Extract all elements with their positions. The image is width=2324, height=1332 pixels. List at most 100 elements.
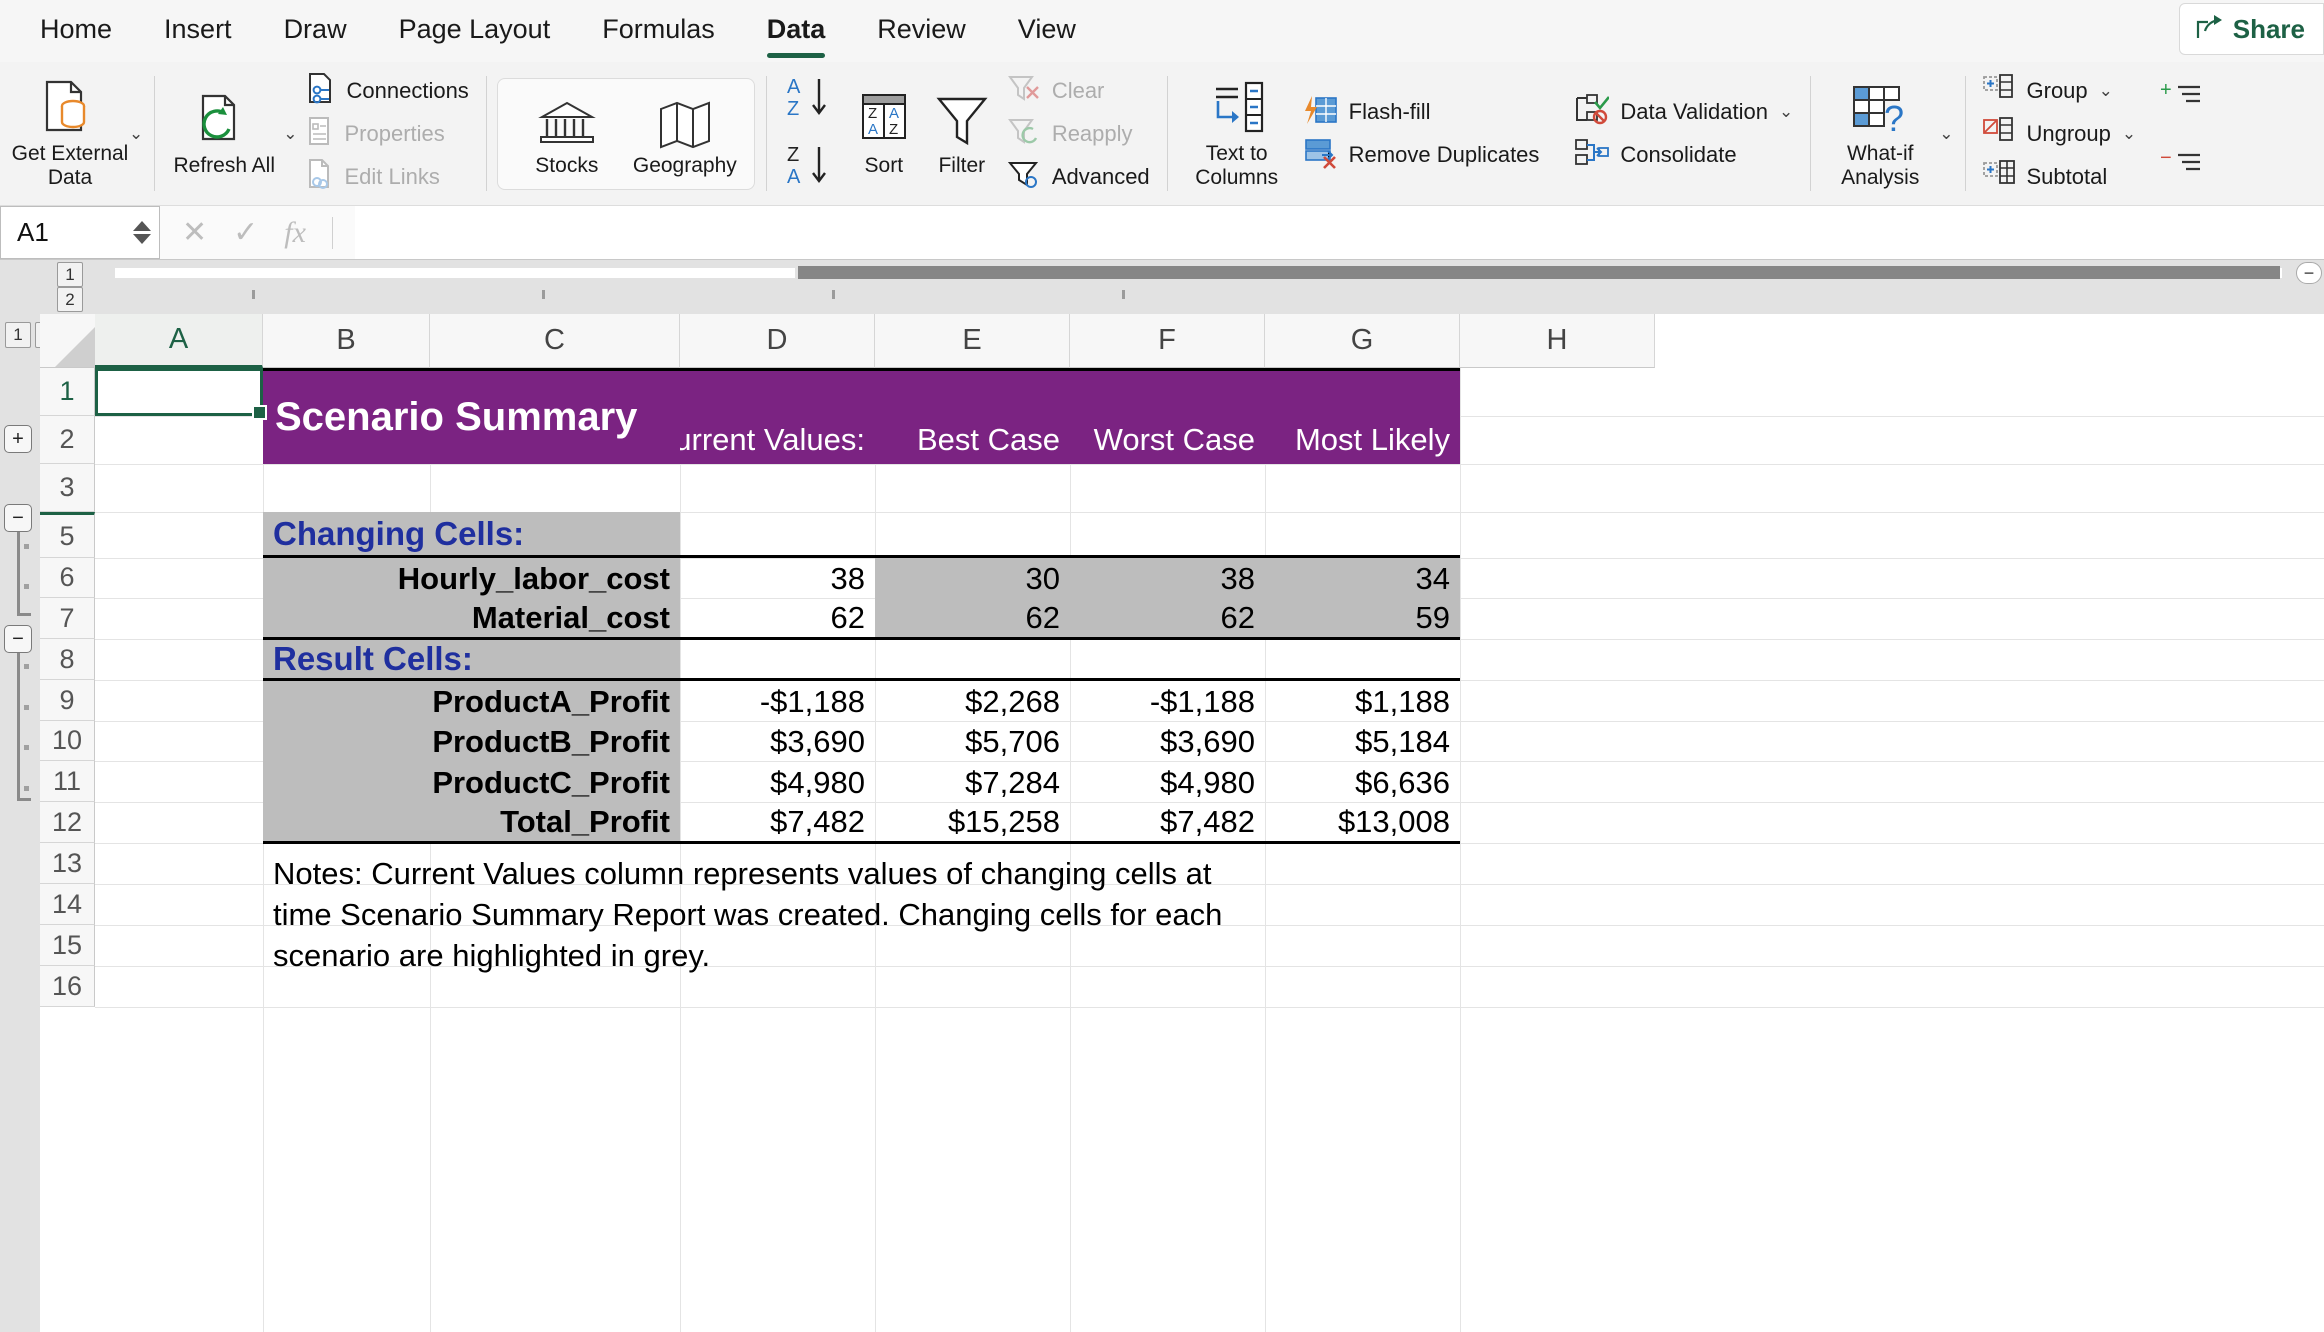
tab-insert[interactable]: Insert bbox=[138, 0, 258, 62]
ungroup-label: Ungroup bbox=[2026, 120, 2111, 146]
name-box[interactable]: A1 bbox=[0, 206, 160, 259]
what-if-analysis-button[interactable]: ? What-if Analysis bbox=[1821, 68, 1939, 200]
row-header-14[interactable]: 14 bbox=[40, 884, 95, 925]
row-header-7[interactable]: 7 bbox=[40, 598, 95, 639]
clear-filter-button[interactable]: Clear bbox=[1001, 71, 1156, 111]
column-header-e[interactable]: E bbox=[875, 314, 1070, 368]
what-if-chevron-down-icon[interactable]: ⌄ bbox=[1939, 124, 1953, 144]
column-header-d[interactable]: D bbox=[680, 314, 875, 368]
result-row-2-likely: $6,636 bbox=[1355, 764, 1450, 800]
outline-collapse-button-row8[interactable]: − bbox=[4, 625, 32, 653]
group-chevron-down-icon[interactable]: ⌄ bbox=[2099, 81, 2113, 101]
hscroll-thumb[interactable] bbox=[795, 266, 2280, 279]
get-external-data-chevron-down-icon[interactable]: ⌄ bbox=[129, 124, 143, 144]
column-outline-level-2[interactable]: 2 bbox=[57, 287, 83, 312]
get-external-data-button[interactable]: Get External Data bbox=[11, 68, 129, 200]
tab-draw[interactable]: Draw bbox=[258, 0, 373, 62]
data-validation-chevron-down-icon[interactable]: ⌄ bbox=[1779, 102, 1793, 122]
tab-view[interactable]: View bbox=[992, 0, 1102, 62]
row-header-10[interactable]: 10 bbox=[40, 721, 95, 761]
advanced-filter-button[interactable]: Advanced bbox=[1001, 157, 1156, 197]
refresh-all-button[interactable]: Refresh All bbox=[165, 68, 283, 200]
share-button[interactable]: Share bbox=[2178, 3, 2324, 55]
row-outline-level-1[interactable]: 1 bbox=[5, 322, 31, 348]
outline-expand-button-row3[interactable]: + bbox=[4, 425, 32, 453]
row-header-8[interactable]: 8 bbox=[40, 639, 95, 680]
flash-fill-label: Flash-fill bbox=[1348, 99, 1431, 124]
row-header-3[interactable]: 3 bbox=[40, 464, 95, 512]
flash-fill-icon bbox=[1302, 94, 1338, 131]
flash-fill-button[interactable]: Flash-fill bbox=[1296, 92, 1546, 132]
row-header-15[interactable]: 15 bbox=[40, 925, 95, 966]
group-button[interactable]: Group ⌄ bbox=[1976, 71, 2143, 111]
name-box-spinner[interactable] bbox=[133, 221, 151, 244]
changing-row-name-1: Material_cost bbox=[263, 599, 680, 640]
result-row-2-current: $4,980 bbox=[770, 764, 865, 800]
row-header-16[interactable]: 16 bbox=[40, 966, 95, 1007]
refresh-all-chevron-down-icon[interactable]: ⌄ bbox=[283, 124, 297, 144]
column-header-a[interactable]: A bbox=[95, 314, 263, 368]
connections-button[interactable]: Connections bbox=[298, 71, 475, 111]
cell-surface[interactable]: Scenario Summary Current Values: Best Ca… bbox=[95, 368, 2324, 1332]
reapply-filter-button[interactable]: Reapply bbox=[1001, 114, 1156, 154]
tab-page-layout[interactable]: Page Layout bbox=[373, 0, 577, 62]
row-outline-gutter bbox=[0, 314, 40, 1332]
hscroll-end-cap[interactable]: − bbox=[2296, 262, 2322, 284]
sort-button[interactable]: ZAAZ Sort bbox=[845, 68, 923, 200]
advanced-filter-label: Advanced bbox=[1051, 163, 1150, 189]
formula-input[interactable] bbox=[354, 206, 2324, 259]
tab-home[interactable]: Home bbox=[14, 0, 138, 62]
row-header-13[interactable]: 13 bbox=[40, 843, 95, 884]
spreadsheet-grid[interactable]: 1 2 + − − A B C D E F G H 1 2 3 5 6 7 8 … bbox=[0, 314, 2324, 1332]
edit-links-button[interactable]: Edit Links bbox=[298, 157, 475, 197]
row-header-5[interactable]: 5 bbox=[40, 512, 95, 558]
column-header-g[interactable]: G bbox=[1265, 314, 1460, 368]
insert-function-icon[interactable]: fx bbox=[284, 216, 306, 250]
sort-descending-button[interactable]: ZA bbox=[777, 141, 845, 194]
row-header-2[interactable]: 2 bbox=[40, 416, 95, 464]
column-header-b[interactable]: B bbox=[263, 314, 430, 368]
sort-ascending-button[interactable]: AZ bbox=[777, 73, 845, 126]
consolidate-button[interactable]: Consolidate bbox=[1567, 135, 1799, 175]
show-detail-button[interactable]: + bbox=[2154, 79, 2210, 119]
row-header-6[interactable]: 6 bbox=[40, 558, 95, 598]
row-header-11[interactable]: 11 bbox=[40, 761, 95, 802]
row-header-9[interactable]: 9 bbox=[40, 680, 95, 721]
tab-review[interactable]: Review bbox=[851, 0, 992, 62]
notes-line-2: time Scenario Summary Report was created… bbox=[273, 897, 1223, 932]
properties-button[interactable]: Properties bbox=[298, 114, 475, 154]
filter-button[interactable]: Filter bbox=[923, 68, 1001, 200]
row-header-1[interactable]: 1 bbox=[40, 368, 95, 416]
tab-formulas[interactable]: Formulas bbox=[576, 0, 741, 62]
result-row-3-best: $15,258 bbox=[875, 803, 1070, 844]
stocks-button[interactable]: Stocks bbox=[508, 82, 626, 186]
column-outline-level-1[interactable]: 1 bbox=[57, 262, 83, 287]
ribbon-group-sort-filter: AZ ZA ZAAZ Sort Filter Clear Reapply Adv… bbox=[765, 62, 1167, 205]
geography-button[interactable]: Geography bbox=[626, 82, 744, 186]
row-header-12[interactable]: 12 bbox=[40, 802, 95, 843]
connections-label: Connections bbox=[346, 77, 469, 103]
remove-duplicates-button[interactable]: Remove Duplicates bbox=[1296, 135, 1546, 175]
text-to-columns-button[interactable]: Text to Columns bbox=[1178, 68, 1296, 200]
group-label: Group bbox=[2026, 77, 2088, 103]
horizontal-scrollbar[interactable]: − bbox=[95, 260, 2324, 314]
advanced-filter-icon bbox=[1007, 159, 1041, 194]
column-header-c[interactable]: C bbox=[430, 314, 680, 368]
subtotal-button[interactable]: Subtotal bbox=[1976, 157, 2143, 197]
column-header-h[interactable]: H bbox=[1460, 314, 1655, 368]
hide-detail-button[interactable]: − bbox=[2154, 147, 2210, 187]
sort-label: Sort bbox=[864, 154, 904, 178]
tab-data[interactable]: Data bbox=[741, 0, 852, 62]
result-row-name-1: ProductB_Profit bbox=[263, 722, 680, 762]
column-header-f[interactable]: F bbox=[1070, 314, 1265, 368]
remove-duplicates-label: Remove Duplicates bbox=[1348, 142, 1540, 167]
changing-row-1-worst: 62 bbox=[1070, 599, 1265, 640]
confirm-edit-icon[interactable]: ✓ bbox=[233, 215, 258, 250]
ungroup-button[interactable]: Ungroup ⌄ bbox=[1976, 114, 2143, 154]
active-cell-a1[interactable] bbox=[95, 368, 267, 420]
column-outline-levels: 1 2 bbox=[0, 260, 95, 314]
outline-collapse-button-row5[interactable]: − bbox=[4, 504, 32, 532]
ungroup-chevron-down-icon[interactable]: ⌄ bbox=[2122, 124, 2136, 144]
cancel-edit-icon[interactable]: ✕ bbox=[182, 215, 207, 250]
data-validation-button[interactable]: Data Validation ⌄ bbox=[1567, 92, 1799, 132]
